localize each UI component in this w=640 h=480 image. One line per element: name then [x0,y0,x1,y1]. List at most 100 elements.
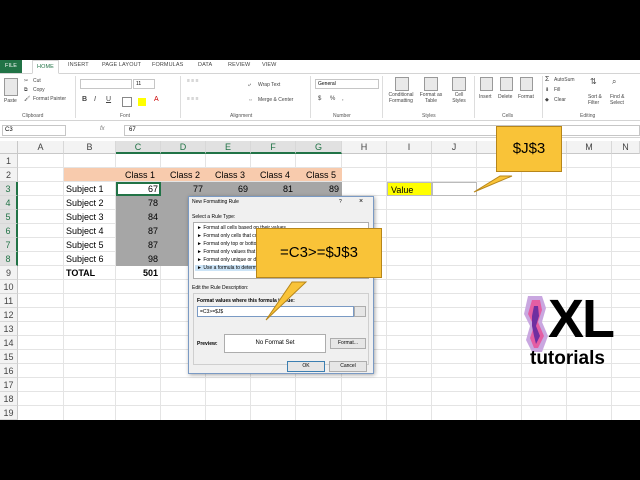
font-size-select[interactable]: 11 [133,79,155,89]
align-top-icon[interactable]: ≡ ≡ ≡ [187,78,199,84]
merge-icon[interactable]: ⇔ [248,97,253,103]
value-cell[interactable]: 77 [161,182,206,196]
class-header[interactable]: Class 4 [251,168,296,182]
tab-file[interactable]: FILE [0,60,22,73]
select-all-corner[interactable] [0,141,18,154]
table-icon[interactable] [424,77,438,91]
value-cell[interactable]: 87 [116,224,161,238]
value-cell[interactable]: 98 [116,252,161,266]
brush-icon[interactable]: 🖌 [24,96,30,102]
italic-button[interactable]: I [94,96,96,103]
borders-icon[interactable] [122,97,132,107]
class-header[interactable]: Class 5 [296,168,342,182]
find-icon[interactable]: ⌕ [612,77,616,87]
bold-button[interactable]: B [82,96,87,103]
conditional-formatting-icon[interactable] [395,77,409,91]
class-header[interactable]: Class 2 [161,168,206,182]
value-cell[interactable]: 78 [116,196,161,210]
row-header[interactable]: 7 [0,238,18,252]
row-header[interactable]: 9 [0,266,18,280]
column-header[interactable]: H [342,141,387,154]
percent-button[interactable]: % [330,96,335,102]
paste-button[interactable]: Paste [4,98,17,104]
tab-insert[interactable]: INSERT [68,62,89,68]
value-cell[interactable]: 67 [116,182,161,196]
row-header[interactable]: 15 [0,350,18,364]
row-header[interactable]: 11 [0,294,18,308]
subject-label[interactable]: Subject 1 [66,182,104,196]
fill-color-icon[interactable] [138,98,146,106]
autosum-button[interactable]: AutoSum [554,77,575,83]
format-button[interactable]: Format... [330,338,366,349]
formula-input[interactable]: =C3>=$J$ [197,306,354,317]
format-as-table-button[interactable]: Format as Table [419,92,443,104]
range-select-icon[interactable] [354,306,366,317]
column-header[interactable]: D [161,141,206,154]
font-color-icon[interactable]: A [154,96,159,103]
subject-label[interactable]: Subject 2 [66,196,104,210]
total-label[interactable]: TOTAL [66,266,95,280]
column-header[interactable]: J [432,141,477,154]
copy-icon[interactable]: ⧉ [24,87,28,93]
column-header[interactable]: E [206,141,251,154]
row-header[interactable]: 10 [0,280,18,294]
cut-button[interactable]: Cut [33,78,41,84]
ok-button[interactable]: OK [287,361,325,372]
row-header[interactable]: 13 [0,322,18,336]
insert-button[interactable]: Insert [479,94,492,100]
value-cell[interactable]: 69 [206,182,251,196]
column-header[interactable]: I [387,141,432,154]
row-header[interactable]: 5 [0,210,18,224]
row-header[interactable]: 2 [0,168,18,182]
row-header[interactable]: 14 [0,336,18,350]
row-header[interactable]: 6 [0,224,18,238]
formula-input[interactable]: 67 [124,125,640,136]
scissors-icon[interactable]: ✂ [24,78,28,84]
row-header[interactable]: 1 [0,154,18,168]
cancel-button[interactable]: Cancel [329,361,367,372]
column-header[interactable]: M [567,141,612,154]
tab-view[interactable]: VIEW [262,62,276,68]
clear-button[interactable]: Clear [554,97,566,103]
row-header[interactable]: 12 [0,308,18,322]
cell-styles-icon[interactable] [452,77,466,91]
fx-icon[interactable]: fx [100,126,105,132]
tab-review[interactable]: REVIEW [228,62,250,68]
row-header[interactable]: 16 [0,364,18,378]
value-cell[interactable]: 89 [296,182,342,196]
value-label-cell[interactable]: Value [387,182,432,196]
value-input-cell[interactable] [432,182,477,196]
total-value[interactable]: 501 [116,266,161,280]
format-painter-button[interactable]: Format Painter [33,96,66,102]
subject-label[interactable]: Subject 3 [66,210,104,224]
close-button[interactable]: × [359,198,363,205]
format-icon[interactable] [520,77,533,91]
value-cell[interactable]: 84 [116,210,161,224]
wrap-icon[interactable]: ⤶ [248,82,251,88]
underline-button[interactable]: U [106,96,111,103]
sort-filter-icon[interactable]: ⇅ [590,77,597,86]
subject-label[interactable]: Subject 6 [66,252,104,266]
sigma-icon[interactable]: Σ [545,76,549,83]
class-header[interactable]: Class 1 [116,168,161,182]
row-header[interactable]: 17 [0,378,18,392]
tab-page-layout[interactable]: PAGE LAYOUT [102,62,141,68]
fill-button[interactable]: Fill [554,87,560,93]
name-box[interactable]: C3 [2,125,66,136]
eraser-icon[interactable]: ◆ [545,97,549,103]
delete-icon[interactable] [500,77,513,91]
align-left-icon[interactable]: ≡ ≡ ≡ [187,96,199,102]
insert-icon[interactable] [480,77,493,91]
cell-styles-button[interactable]: Cell Styles [448,92,470,104]
row-header[interactable]: 8 [0,252,18,266]
wrap-text-button[interactable]: Wrap Text [258,82,280,88]
row-header[interactable]: 3 [0,182,18,196]
column-header[interactable]: F [251,141,296,154]
tab-data[interactable]: DATA [198,62,212,68]
format-button[interactable]: Format [518,94,534,100]
merge-center-button[interactable]: Merge & Center [258,97,293,103]
sort-filter-button[interactable]: Sort & Filter [588,94,606,106]
delete-button[interactable]: Delete [498,94,512,100]
column-header[interactable]: C [116,141,161,154]
tab-formulas[interactable]: FORMULAS [152,62,183,68]
